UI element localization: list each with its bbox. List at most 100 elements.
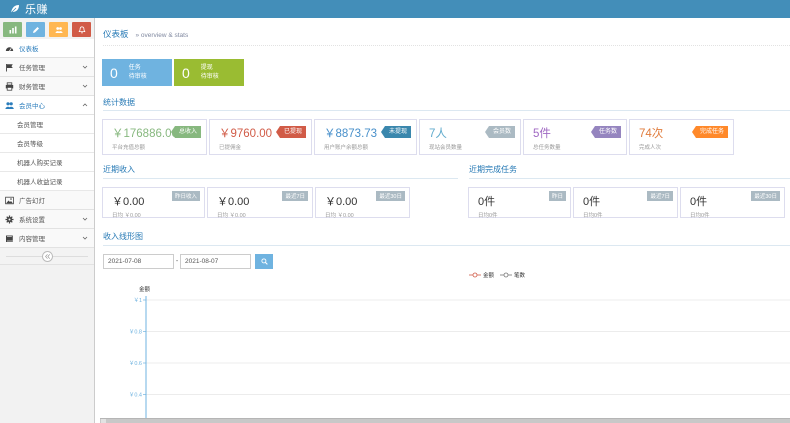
income-30d: ￥0.00 日均 ￥0.00 最近30日 — [315, 187, 410, 219]
leaf-icon — [9, 4, 20, 15]
income-chart-divider — [103, 245, 790, 246]
dashboard-icon — [5, 44, 14, 53]
sidebar-item-label: 系统设置 — [19, 217, 45, 224]
pending-withdraw-review-box[interactable]: 0 提现待审核 — [174, 59, 244, 86]
printer-icon — [5, 81, 14, 91]
main-content: 仪表板 » overview & stats 0 任务 待审核 0 提现 待审核 统… — [95, 18, 790, 423]
mini-tag: 最近7日 — [647, 191, 673, 201]
top-navbar: 乐赚 — [0, 0, 790, 18]
recent-income-divider — [103, 178, 458, 179]
mini-tag: 最近7日 — [282, 191, 308, 201]
mini-tag: 昨日收入 — [171, 191, 200, 201]
sidebar-item-label: 财务管理 — [19, 84, 45, 91]
sidebar-item-ads[interactable]: 广告幻灯 — [0, 191, 94, 210]
sidebar-subitem-member-mgmt[interactable]: 会员管理 — [0, 115, 94, 134]
sidebar-item-label: 内容管理 — [19, 236, 45, 243]
date-search-button[interactable] — [255, 254, 273, 269]
mini-desc: 日均 ￥0.00 — [112, 213, 141, 219]
stat-badge: 任务数 — [590, 126, 621, 138]
legend-item-amount[interactable]: 金额 — [469, 271, 494, 279]
chevron-down-icon — [82, 236, 88, 240]
sidebar-item-label: 会员中心 — [19, 103, 45, 110]
pending-withdraw-label: 提现 — [200, 64, 213, 71]
sidebar-item-settings[interactable]: 系统设置 — [0, 210, 94, 229]
sidebar-item-label: 任务管理 — [19, 65, 45, 72]
book-icon — [5, 234, 14, 243]
sidebar-item-member-center[interactable]: 会员中心 — [0, 96, 94, 115]
sidebar: 仪表板 任务管理 财务管理 会员中心 会员管理 会员等级 机器人购买记录 机器人… — [0, 18, 95, 423]
sidebar-item-task-mgmt[interactable]: 任务管理 — [0, 58, 94, 77]
stat-badge: 已提现 — [275, 126, 306, 138]
chevron-down-icon — [82, 65, 88, 69]
stats-section-divider — [103, 110, 790, 111]
page-title: 仪表板 — [103, 29, 129, 39]
recent-income-title: 近期收入 — [103, 165, 135, 174]
tasks-30d: 0件 日均0件 最近30日 — [680, 187, 785, 219]
sidebar-item-finance-mgmt[interactable]: 财务管理 — [0, 77, 94, 96]
mini-tag: 最近30日 — [751, 191, 780, 201]
users-icon — [5, 101, 14, 110]
stat-desc: 总任务数量 — [533, 145, 561, 151]
flag-icon — [5, 63, 14, 72]
picture-icon — [5, 196, 14, 205]
stat-desc: 平台充值总额 — [112, 145, 146, 151]
chart-horizontal-scrollbar[interactable] — [100, 418, 790, 423]
sidebar-collapse-button[interactable] — [41, 250, 53, 262]
stat-badge: 会员数 — [484, 126, 515, 138]
end-date-input[interactable]: 2021-08-07 — [180, 254, 251, 269]
app-title[interactable]: 乐赚 — [25, 1, 48, 17]
mini-desc: 日均 ￥0.00 — [325, 213, 354, 219]
stat-task-count: 5件 总任务数量 任务数 — [523, 119, 627, 155]
recent-tasks-title: 近期完成任务 — [469, 165, 517, 174]
y-tick-label: ￥0.4 — [129, 392, 142, 399]
pending-task-count: 0 — [110, 64, 118, 81]
mini-desc: 日均0件 — [690, 213, 710, 219]
stats-row: ￥176886.00 平台充值总额 总收入 ￥9760.00 已提佣金 已提现 … — [102, 119, 736, 155]
income-7d: ￥0.00 日均 ￥0.00 最近7日 — [207, 187, 313, 219]
shortcut-chart-button[interactable] — [3, 22, 22, 37]
income-chart-svg: 金额 ￥1 ￥0.8 ￥0.6 ￥0.4 — [129, 285, 790, 423]
stat-completed: 74次 完成人次 完成任务 — [629, 119, 734, 155]
start-date-input[interactable]: 2021-07-08 — [103, 254, 174, 269]
stat-desc: 已提佣金 — [219, 145, 242, 151]
shortcut-bell-button[interactable] — [72, 22, 91, 37]
legend-marker-count — [500, 272, 513, 278]
shortcut-bar — [0, 18, 94, 39]
stat-withdrawn: ￥9760.00 已提佣金 已提现 — [209, 119, 312, 155]
income-chart-title: 收入线形图 — [103, 232, 143, 241]
users-icon — [55, 26, 63, 33]
shortcut-users-button[interactable] — [49, 22, 68, 37]
chevron-down-icon — [82, 217, 88, 221]
chart-icon — [9, 26, 16, 33]
pending-task-status: 待审核 — [128, 73, 147, 80]
sidebar-item-content-mgmt[interactable]: 内容管理 — [0, 229, 94, 248]
sidebar-collapse-bar — [0, 248, 94, 265]
stat-badge: 未提现 — [380, 126, 411, 138]
mini-desc: 日均 ￥0.00 — [217, 213, 246, 219]
tasks-yesterday: 0件 日均0件 昨日 — [468, 187, 571, 219]
sidebar-subitem-robot-earnings[interactable]: 机器人收益记录 — [0, 172, 94, 191]
chevron-down-icon — [82, 84, 88, 88]
sidebar-subitem-member-level[interactable]: 会员等级 — [0, 134, 94, 153]
recent-tasks-row: 0件 日均0件 昨日 0件 日均0件 最近7日 0件 日均0件 最近30日 — [468, 187, 787, 219]
mini-desc: 日均0件 — [583, 213, 603, 219]
stat-total-income: ￥176886.00 平台充值总额 总收入 — [102, 119, 207, 155]
stat-desc: 完成人次 — [639, 145, 662, 151]
pending-tasks: 0 任务 待审核 0 提现待审核 — [102, 59, 244, 86]
scroll-left-arrow[interactable] — [101, 419, 106, 423]
sidebar-item-label: 广告幻灯 — [19, 198, 45, 205]
y-axis-label: 金额 — [139, 285, 151, 293]
shortcut-pencil-button[interactable] — [26, 22, 45, 37]
stat-desc: 现站会员数量 — [429, 145, 463, 151]
sidebar-item-dashboard[interactable]: 仪表板 — [0, 39, 94, 58]
pending-task-review-box[interactable]: 0 任务 待审核 — [102, 59, 172, 86]
sidebar-subitem-robot-purchase[interactable]: 机器人购买记录 — [0, 153, 94, 172]
chevron-up-icon — [82, 103, 88, 107]
pending-withdraw-count: 0 — [182, 64, 190, 81]
stat-badge: 总收入 — [170, 126, 201, 138]
pending-withdraw-status: 待审核 — [200, 73, 219, 80]
legend-item-count[interactable]: 笔数 — [500, 271, 525, 279]
pencil-icon — [32, 26, 39, 33]
stat-not-withdrawn: ￥8873.73 用户账户余额总额 未提现 — [314, 119, 417, 155]
stat-desc: 用户账户余额总额 — [324, 145, 369, 151]
